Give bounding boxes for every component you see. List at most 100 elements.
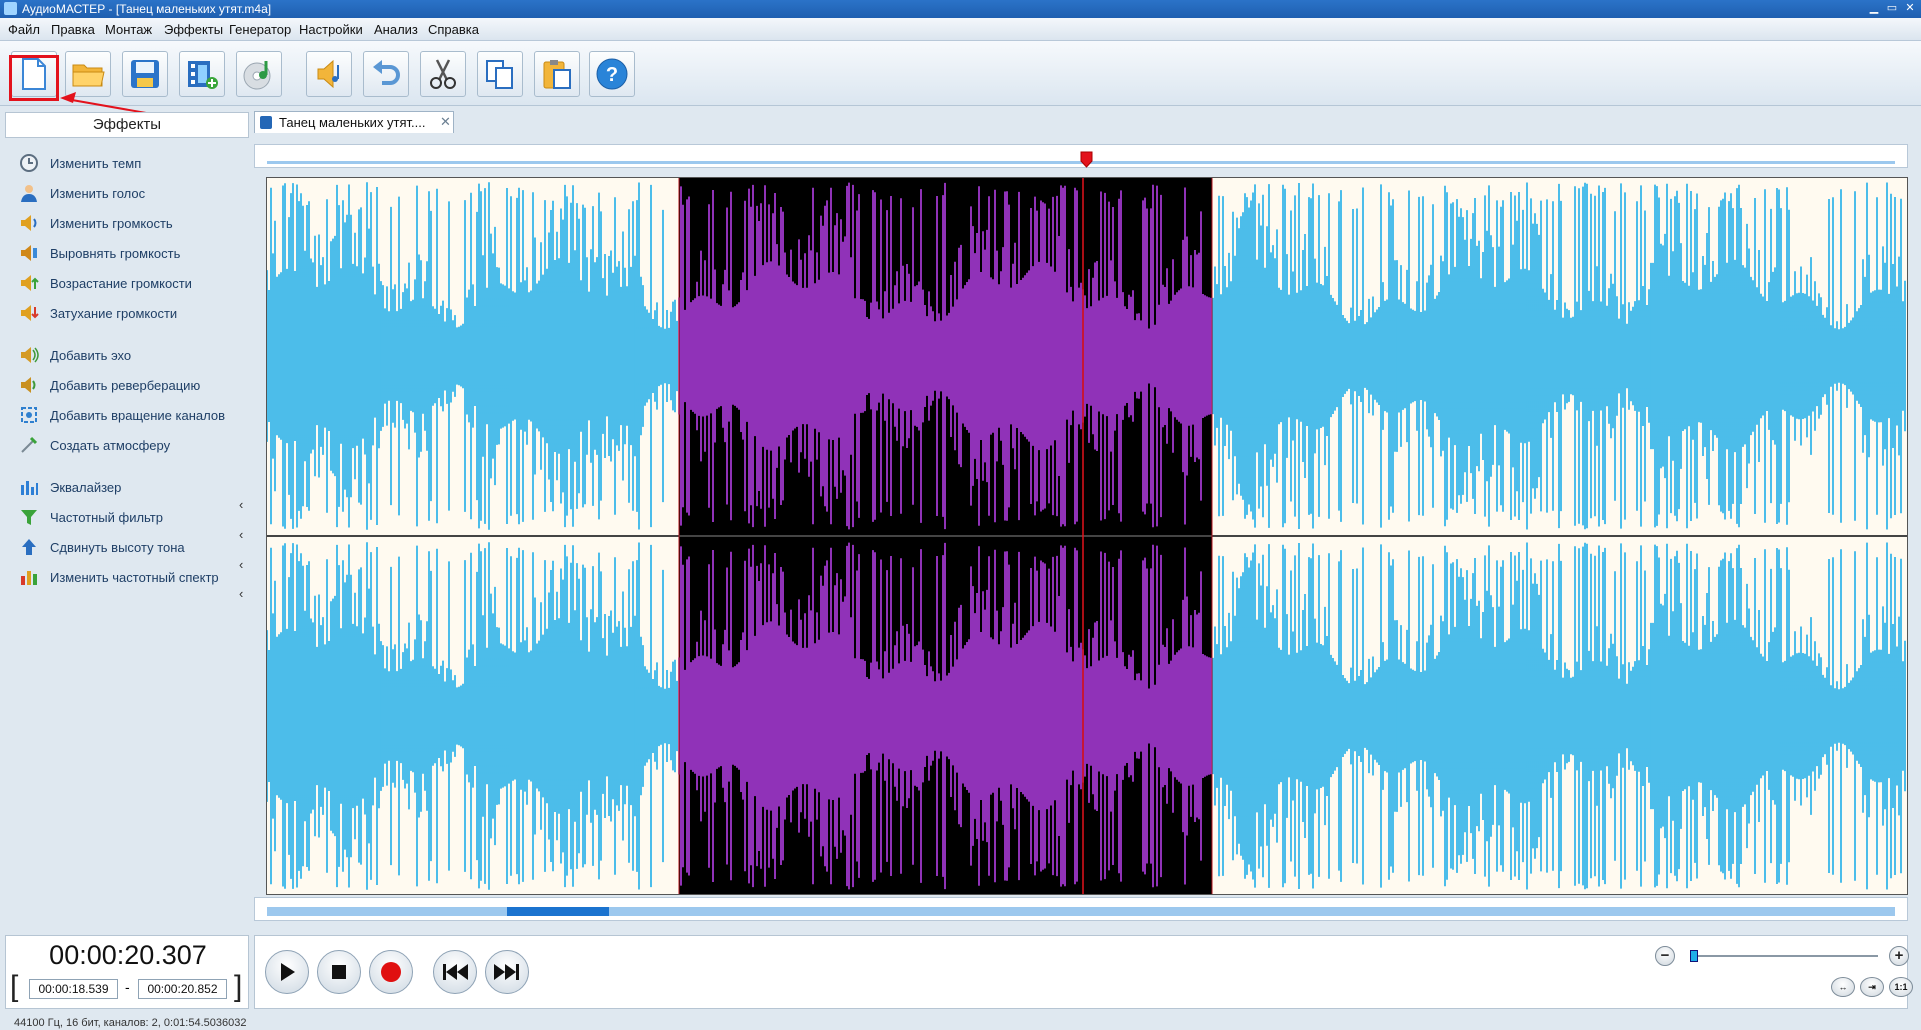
zoom-slider-track[interactable] — [1690, 955, 1878, 957]
effect-fade-in[interactable]: Возрастание громкости — [19, 272, 192, 294]
record-button[interactable] — [369, 950, 413, 994]
effect-label: Изменить частотный спектр — [50, 569, 219, 585]
menu-analysis[interactable]: Анализ — [374, 22, 418, 37]
effect-normalize-volume[interactable]: Выровнять громкость — [19, 242, 180, 264]
effect-label: Выровнять громкость — [50, 245, 181, 261]
effect-frequency-filter[interactable]: Частотный фильтр — [19, 506, 163, 528]
atmosphere-icon — [19, 435, 39, 455]
pitch-icon — [19, 537, 39, 557]
effect-label: Возрастание громкости — [50, 275, 192, 291]
audio-file-icon — [260, 116, 272, 129]
fit-selection-button[interactable]: ⇥ — [1860, 977, 1884, 997]
effect-label: Затухание громкости — [50, 305, 178, 321]
paste-icon — [543, 60, 571, 89]
effect-add-echo[interactable]: Добавить эхо — [19, 344, 131, 366]
copy-icon — [486, 60, 513, 89]
effect-equalizer[interactable]: Эквалайзер — [19, 476, 121, 498]
effect-rotate-channels[interactable]: Добавить вращение каналов — [19, 404, 225, 426]
effect-add-reverb[interactable]: Добавить реверберацию — [19, 374, 200, 396]
cut-button[interactable] — [420, 51, 466, 97]
current-time: 00:00:20.307 — [49, 940, 207, 970]
effect-label: Добавить вращение каналов — [50, 407, 225, 423]
spectrum-icon — [19, 567, 39, 587]
effect-label: Изменить громкость — [50, 215, 173, 231]
tab-label: Танец маленьких утят.... — [279, 115, 426, 130]
playhead-marker-icon[interactable] — [1080, 151, 1094, 169]
selection-start-field[interactable]: 00:00:18.539 — [29, 979, 118, 999]
bracket-left: [ — [10, 970, 19, 1003]
speaker-note-icon — [317, 59, 339, 89]
chevron-left-icon[interactable]: ‹ — [239, 586, 243, 601]
zoom-in-button[interactable]: + — [1889, 946, 1909, 966]
stop-button[interactable] — [317, 950, 361, 994]
fast-forward-icon — [494, 964, 519, 980]
speaker-down-icon — [19, 303, 39, 323]
copy-button[interactable] — [477, 51, 523, 97]
zoom-out-button[interactable]: − — [1655, 946, 1675, 966]
speaker-up-icon — [19, 273, 39, 293]
status-bar: 44100 Гц, 16 бит, каналов: 2, 0:01:54.50… — [14, 1017, 247, 1029]
zoom-actual-button[interactable]: 1:1 — [1889, 977, 1913, 997]
undo-icon — [373, 60, 400, 85]
effect-change-volume[interactable]: Изменить громкость — [19, 212, 173, 234]
effect-label: Изменить темп — [50, 155, 142, 171]
effects-header: Эффекты — [5, 112, 249, 138]
effect-label: Добавить эхо — [50, 347, 132, 363]
help-icon: ? — [596, 58, 628, 90]
close-window-button[interactable]: ✕ — [1903, 2, 1917, 14]
menu-settings[interactable]: Настройки — [299, 22, 363, 37]
waveform-canvas[interactable] — [267, 178, 1907, 894]
chevron-left-icon[interactable]: ‹ — [239, 557, 243, 572]
reverb-icon — [19, 375, 39, 395]
chevron-left-icon[interactable]: ‹ — [239, 497, 243, 512]
paste-button[interactable] — [534, 51, 580, 97]
play-button[interactable] — [265, 950, 309, 994]
effect-label: Эквалайзер — [50, 479, 122, 495]
scissors-icon — [430, 59, 456, 89]
selection-end-field[interactable]: 00:00:20.852 — [138, 979, 227, 999]
effect-change-tempo[interactable]: Изменить темп — [19, 152, 141, 174]
horizontal-scrollbar[interactable] — [254, 897, 1908, 921]
speaker-level-icon — [19, 243, 39, 263]
record-icon — [381, 962, 401, 982]
menu-help[interactable]: Справка — [428, 22, 479, 37]
tab-document[interactable]: Танец маленьких утят.... ✕ — [254, 111, 454, 133]
bracket-right: ] — [234, 970, 243, 1003]
play-icon — [281, 963, 295, 981]
waveform-view[interactable] — [266, 177, 1908, 895]
rewind-icon — [443, 964, 468, 980]
effect-label: Создать атмосферу — [50, 437, 171, 453]
effects-panel: Изменить темп Изменить голос Изменить гр… — [5, 142, 249, 932]
effect-label: Изменить голос — [50, 185, 146, 201]
range-dash: - — [125, 979, 130, 995]
fast-forward-button[interactable] — [485, 950, 529, 994]
rotate-channels-icon — [19, 405, 39, 425]
time-panel: 00:00:20.307 [ 00:00:18.539 - 00:00:20.8… — [5, 935, 249, 1009]
effect-label: Добавить реверберацию — [50, 377, 201, 393]
fit-width-button[interactable]: ↔ — [1831, 977, 1855, 997]
record-voice-button[interactable] — [306, 51, 352, 97]
effect-label: Сдвинуть высоту тона — [50, 539, 185, 555]
effect-fade-out[interactable]: Затухание громкости — [19, 302, 177, 324]
effect-pitch-shift[interactable]: Сдвинуть высоту тона — [19, 536, 185, 558]
svg-text:?: ? — [606, 64, 618, 86]
speaker-icon — [19, 213, 39, 233]
zoom-slider-thumb[interactable] — [1690, 950, 1698, 962]
equalizer-icon — [19, 477, 39, 497]
clock-icon — [19, 153, 39, 173]
effect-frequency-spectrum[interactable]: Изменить частотный спектр — [19, 566, 219, 588]
timeline-ruler[interactable] — [254, 144, 1908, 168]
person-icon — [19, 183, 39, 203]
help-button[interactable]: ? — [589, 51, 635, 97]
undo-button[interactable] — [363, 51, 409, 97]
chevron-left-icon[interactable]: ‹ — [239, 527, 243, 542]
minimize-button[interactable]: ▁ — [1867, 2, 1881, 14]
funnel-icon — [19, 507, 39, 527]
rewind-button[interactable] — [433, 950, 477, 994]
effect-label: Частотный фильтр — [50, 509, 163, 525]
scroll-thumb[interactable] — [507, 907, 609, 916]
effect-change-voice[interactable]: Изменить голос — [19, 182, 145, 204]
maximize-button[interactable]: ▭ — [1885, 2, 1899, 14]
close-tab-icon[interactable]: ✕ — [440, 114, 451, 130]
effect-create-atmosphere[interactable]: Создать атмосферу — [19, 434, 170, 456]
